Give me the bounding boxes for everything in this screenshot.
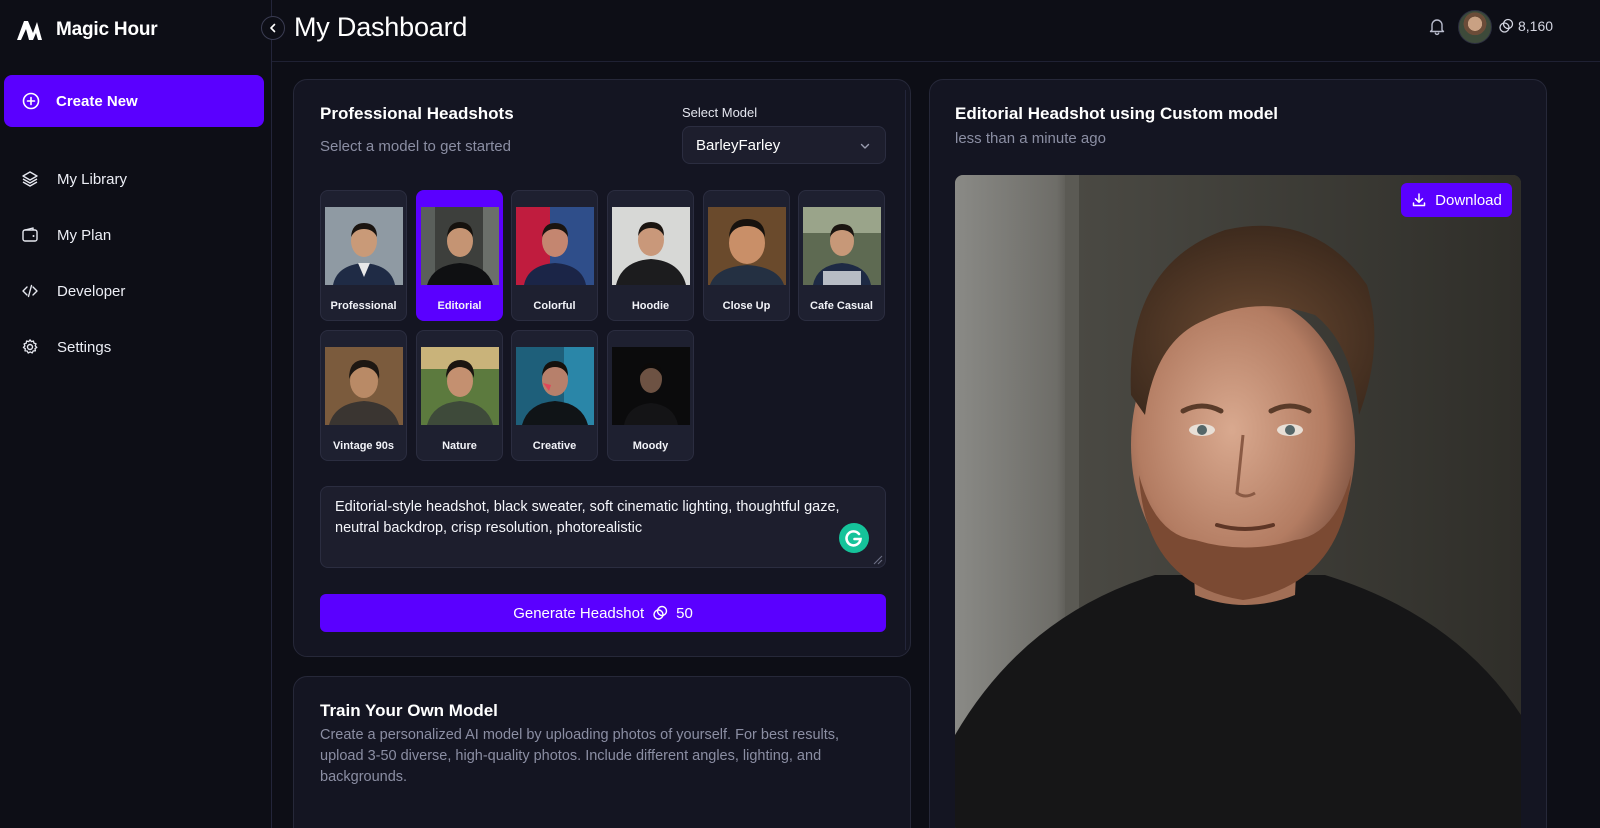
sidebar-item-settings[interactable]: Settings [0,319,272,375]
download-icon [1412,193,1426,207]
result-image[interactable]: Download [955,175,1521,828]
sidebar-nav: My Library My Plan Developer Settings [0,151,272,375]
style-close-up[interactable]: Close Up [703,190,790,321]
sidebar-item-my-plan[interactable]: My Plan [0,207,272,263]
generate-headshot-button[interactable]: Generate Headshot 50 [320,594,886,632]
style-moody[interactable]: Moody [607,330,694,461]
top-bar: My Dashboard 8,160 [272,0,1600,62]
style-label: Nature [442,440,477,452]
portrait-thumbnail [708,207,786,285]
wallet-icon [22,227,38,242]
page-title: My Dashboard [294,12,468,42]
model-select-value: BarleyFarley [696,136,781,154]
portrait-thumbnail [612,207,690,285]
result-timestamp: less than a minute ago [955,130,1106,147]
sidebar-item-label: My Library [57,170,128,188]
train-model-card: Train Your Own Model Create a personaliz… [293,676,911,828]
resize-handle-icon[interactable] [871,553,883,565]
style-thumbnail [708,207,786,285]
layers-icon [22,171,38,187]
card-scrollbar[interactable] [905,90,906,650]
style-thumbnail [612,347,690,425]
portrait-thumbnail [516,347,594,425]
style-professional[interactable]: Professional [320,190,407,321]
brand[interactable]: Magic Hour [16,14,158,46]
generated-portrait [955,175,1521,828]
portrait-thumbnail [421,347,499,425]
style-editorial[interactable]: Editorial [416,190,503,321]
result-card: Editorial Headshot using Custom model le… [929,79,1547,828]
portrait-thumbnail [325,207,403,285]
style-vintage-90s[interactable]: Vintage 90s [320,330,407,461]
headshots-title: Professional Headshots [320,104,514,123]
sidebar: Magic Hour Create New My Library My Plan [0,0,272,828]
style-label: Creative [532,440,577,452]
credits-display: 8,160 [1498,18,1553,34]
style-creative[interactable]: Creative [511,330,598,461]
style-label: Colorful [533,300,576,312]
model-select[interactable]: BarleyFarley [682,126,886,164]
sidebar-item-label: My Plan [57,226,112,244]
code-icon [22,284,38,298]
style-thumbnail [516,347,594,425]
style-thumbnail [325,347,403,425]
portrait-thumbnail [421,207,499,285]
credits-count: 8,160 [1518,18,1554,34]
create-new-button[interactable]: Create New [4,75,264,127]
app-name: Magic Hour [56,19,158,40]
select-model-label: Select Model [682,105,758,120]
create-new-label: Create New [56,92,138,110]
collapse-sidebar-button[interactable] [261,16,285,40]
bell-icon[interactable] [1426,15,1448,37]
generate-cost: 50 [676,604,693,622]
style-label: Hoodie [631,300,670,312]
sidebar-item-label: Developer [57,282,126,300]
avatar[interactable] [1458,10,1492,44]
style-hoodie[interactable]: Hoodie [607,190,694,321]
credits-icon [653,605,668,620]
generate-label: Generate Headshot [513,604,645,622]
style-thumbnail [612,207,690,285]
style-label: Close Up [722,300,771,312]
style-thumbnail [421,347,499,425]
prompt-text: Editorial-style headshot, black sweater,… [335,499,840,536]
style-label: Moody [632,440,669,452]
style-label: Editorial [437,300,482,312]
headshots-card: Professional Headshots Select a model to… [293,79,911,657]
style-thumbnail [421,207,499,285]
train-title: Train Your Own Model [320,701,498,720]
credits-icon [1499,18,1514,33]
download-label: Download [1435,191,1502,209]
sidebar-item-my-library[interactable]: My Library [0,151,272,207]
portrait-thumbnail [803,207,881,285]
grammarly-icon [845,530,862,547]
style-label: Cafe Casual [810,300,873,312]
download-button[interactable]: Download [1401,183,1512,217]
style-label: Vintage 90s [333,440,394,452]
style-label: Professional [330,300,397,312]
style-cafe-casual[interactable]: Cafe Casual [798,190,885,321]
portrait-thumbnail [516,207,594,285]
gear-icon [22,339,38,354]
train-description: Create a personalized AI model by upload… [320,727,840,785]
sidebar-item-developer[interactable]: Developer [0,263,272,319]
style-colorful[interactable]: Colorful [511,190,598,321]
portrait-thumbnail [325,347,403,425]
chevron-down-icon [860,143,870,149]
result-title: Editorial Headshot using Custom model [955,104,1279,123]
grammarly-button[interactable] [839,523,869,553]
plus-circle-icon [22,92,40,110]
chevron-left-icon [270,23,276,33]
style-nature[interactable]: Nature [416,330,503,461]
sidebar-item-label: Settings [57,338,112,356]
magic-hour-logo-icon [17,21,42,40]
prompt-textarea[interactable]: Editorial-style headshot, black sweater,… [320,486,886,568]
portrait-thumbnail [612,347,690,425]
style-thumbnail [803,207,881,285]
style-thumbnail [325,207,403,285]
style-thumbnail [516,207,594,285]
headshots-subtitle: Select a model to get started [320,138,511,155]
